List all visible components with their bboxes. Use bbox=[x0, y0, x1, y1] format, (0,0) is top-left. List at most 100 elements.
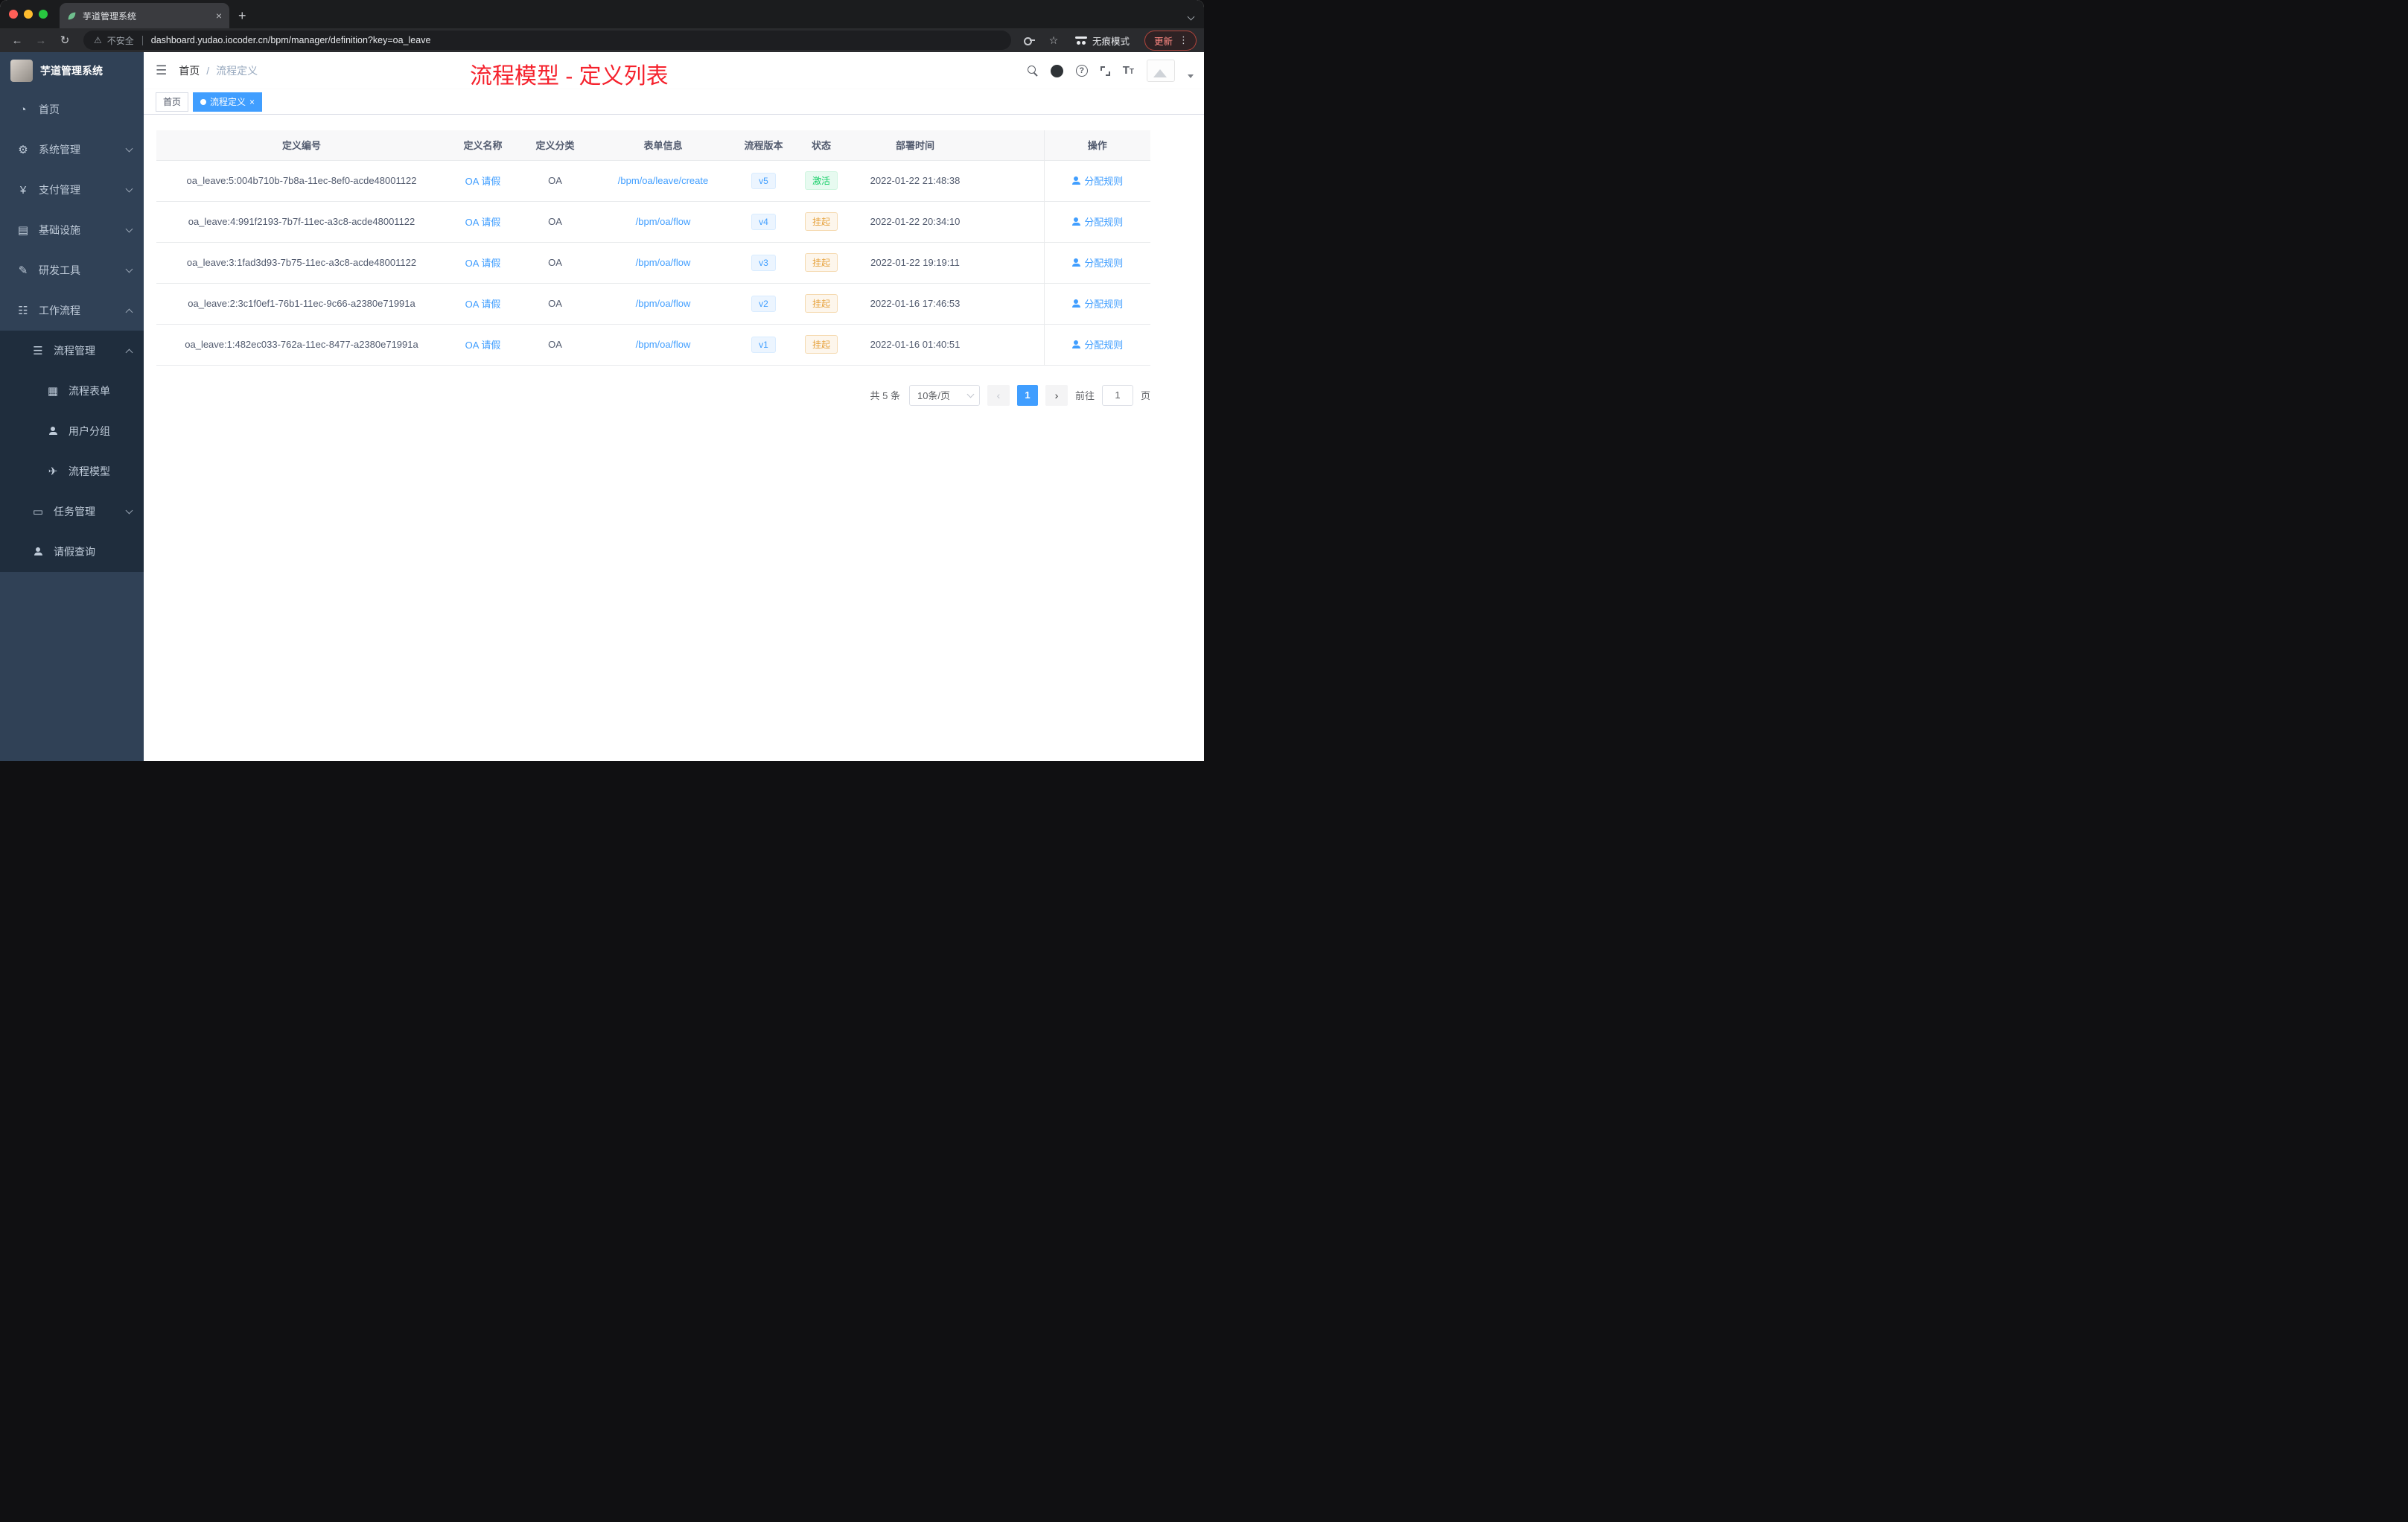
help-icon[interactable]: ? bbox=[1075, 65, 1088, 77]
url-text[interactable]: dashboard.yudao.iocoder.cn/bpm/manager/d… bbox=[151, 35, 431, 45]
person-icon bbox=[1071, 176, 1080, 185]
person-icon bbox=[1071, 299, 1080, 308]
tab-favicon-icon bbox=[68, 12, 76, 19]
new-tab-button[interactable]: + bbox=[229, 3, 255, 28]
hamburger-icon[interactable]: ☰ bbox=[156, 63, 167, 78]
prev-page-button[interactable]: ‹ bbox=[987, 384, 1010, 406]
send-icon: ✈ bbox=[48, 465, 58, 478]
browser-tab[interactable]: 芋道管理系统 × bbox=[60, 3, 229, 28]
form-link[interactable]: /bpm/oa/flow bbox=[636, 298, 691, 309]
spacer-cell bbox=[980, 283, 1044, 325]
address-bar[interactable]: ⚠ 不安全 dashboard.yudao.iocoder.cn/bpm/man… bbox=[83, 31, 1011, 50]
tags-view: 首页 流程定义 × bbox=[144, 89, 1204, 115]
tag-home[interactable]: 首页 bbox=[156, 92, 189, 112]
minimize-window-button[interactable] bbox=[24, 10, 33, 19]
tab-close-icon[interactable]: × bbox=[216, 10, 222, 22]
table-header-row: 定义编号 定义名称 定义分类 表单信息 流程版本 状态 部署时间 操作 bbox=[156, 130, 1150, 161]
sidebar-item-infrastructure[interactable]: ▤ 基础设施 bbox=[0, 210, 144, 250]
sidebar-item-home[interactable]: ◔ 首页 bbox=[0, 89, 144, 130]
chevron-down-icon bbox=[125, 265, 133, 273]
sidebar-item-workflow[interactable]: ☷ 工作流程 bbox=[0, 290, 144, 331]
security-warning-icon[interactable]: ⚠ bbox=[94, 35, 102, 45]
refresh-icon[interactable]: ↻ bbox=[55, 34, 74, 47]
github-icon[interactable] bbox=[1050, 64, 1063, 77]
sidebar-item-process-management[interactable]: ☰ 流程管理 bbox=[0, 331, 144, 371]
chevron-down-icon bbox=[125, 185, 133, 192]
assign-rule-link[interactable]: 分配规则 bbox=[1071, 255, 1123, 270]
sidebar-item-process-form[interactable]: ▦ 流程表单 bbox=[0, 371, 144, 411]
deploy-time: 2022-01-22 20:34:10 bbox=[850, 201, 980, 243]
search-icon[interactable] bbox=[1027, 66, 1038, 76]
definition-table: 定义编号 定义名称 定义分类 表单信息 流程版本 状态 部署时间 操作 oa_l… bbox=[156, 130, 1150, 366]
assign-rule-link[interactable]: 分配规则 bbox=[1071, 296, 1123, 311]
tab-title: 芋道管理系统 bbox=[83, 10, 137, 22]
form-link[interactable]: /bpm/oa/flow bbox=[636, 216, 691, 227]
security-label: 不安全 bbox=[106, 35, 134, 46]
version-tag: v4 bbox=[751, 213, 776, 230]
definition-name-link[interactable]: OA 请假 bbox=[465, 299, 501, 310]
breadcrumb-separator: / bbox=[206, 65, 210, 77]
update-chrome-button[interactable]: 更新 ⋮ bbox=[1144, 30, 1197, 51]
chevron-down-icon bbox=[125, 506, 133, 514]
spacer-cell bbox=[980, 324, 1044, 366]
user-avatar[interactable] bbox=[1147, 60, 1175, 82]
page-number-button[interactable]: 1 bbox=[1016, 384, 1038, 406]
tab-search-icon[interactable] bbox=[1187, 10, 1195, 23]
assign-rule-link[interactable]: 分配规则 bbox=[1071, 173, 1123, 188]
breadcrumb-home[interactable]: 首页 bbox=[179, 63, 200, 78]
sidebar-item-system[interactable]: ⚙ 系统管理 bbox=[0, 130, 144, 170]
form-link[interactable]: /bpm/oa/leave/create bbox=[618, 175, 708, 186]
assign-rule-link[interactable]: 分配规则 bbox=[1071, 337, 1123, 351]
browser-menu-icon[interactable]: ⋮ bbox=[1179, 34, 1188, 46]
definition-category: OA bbox=[519, 160, 591, 202]
definition-id: oa_leave:4:991f2193-7b7f-11ec-a3c8-acde4… bbox=[156, 201, 447, 243]
next-page-button[interactable]: › bbox=[1045, 384, 1068, 406]
page-size-select[interactable]: 10条/页 bbox=[908, 384, 980, 406]
sidebar-item-task-management[interactable]: ▭ 任务管理 bbox=[0, 491, 144, 532]
table-row: oa_leave:3:1fad3d93-7b75-11ec-a3c8-acde4… bbox=[156, 242, 1150, 284]
sidebar-item-devtools[interactable]: ✎ 研发工具 bbox=[0, 250, 144, 290]
goto-unit: 页 bbox=[1140, 390, 1150, 401]
tag-close-icon[interactable]: × bbox=[249, 97, 255, 107]
version-tag: v3 bbox=[751, 254, 776, 271]
form-link[interactable]: /bpm/oa/flow bbox=[636, 339, 691, 350]
fullscreen-icon[interactable] bbox=[1100, 66, 1110, 76]
sidebar-item-process-model[interactable]: ✈ 流程模型 bbox=[0, 451, 144, 491]
font-size-icon[interactable] bbox=[1123, 64, 1134, 77]
bookmark-star-icon[interactable]: ☆ bbox=[1044, 34, 1063, 47]
col-status: 状态 bbox=[792, 130, 850, 161]
tag-process-definition[interactable]: 流程定义 × bbox=[193, 92, 263, 112]
sidebar-item-payment[interactable]: ¥ 支付管理 bbox=[0, 170, 144, 210]
definition-category: OA bbox=[519, 242, 591, 284]
incognito-badge: 无痕模式 bbox=[1068, 34, 1137, 48]
password-key-icon[interactable] bbox=[1020, 36, 1039, 45]
version-tag: v1 bbox=[751, 336, 776, 353]
person-icon bbox=[31, 546, 45, 558]
gear-icon: ⚙ bbox=[18, 144, 28, 156]
sidebar-item-user-group[interactable]: 用户分组 bbox=[0, 411, 144, 451]
back-icon[interactable]: ← bbox=[7, 34, 27, 47]
deploy-time: 2022-01-16 17:46:53 bbox=[850, 283, 980, 325]
avatar-caret-icon[interactable] bbox=[1188, 74, 1194, 78]
zoom-window-button[interactable] bbox=[39, 10, 48, 19]
spacer-cell bbox=[980, 201, 1044, 243]
definition-name-link[interactable]: OA 请假 bbox=[465, 217, 501, 228]
table-row: oa_leave:5:004b710b-7b8a-11ec-8ef0-acde4… bbox=[156, 160, 1150, 202]
sidebar-item-leave-query[interactable]: 请假查询 bbox=[0, 532, 144, 572]
col-definition-category: 定义分类 bbox=[519, 130, 591, 161]
deploy-time: 2022-01-16 01:40:51 bbox=[850, 324, 980, 366]
task-icon: ▭ bbox=[32, 506, 44, 518]
definition-name-link[interactable]: OA 请假 bbox=[465, 176, 501, 187]
definition-name-link[interactable]: OA 请假 bbox=[465, 340, 501, 351]
definition-name-link[interactable]: OA 请假 bbox=[465, 258, 501, 269]
status-badge: 挂起 bbox=[804, 212, 838, 231]
forward-icon[interactable]: → bbox=[31, 34, 51, 47]
goto-page-input[interactable] bbox=[1101, 384, 1133, 406]
version-tag: v5 bbox=[751, 172, 776, 189]
form-link[interactable]: /bpm/oa/flow bbox=[636, 257, 691, 268]
col-action: 操作 bbox=[1043, 130, 1150, 161]
infrastructure-icon: ▤ bbox=[17, 224, 29, 237]
close-window-button[interactable] bbox=[9, 10, 18, 19]
assign-rule-link[interactable]: 分配规则 bbox=[1071, 214, 1123, 229]
brand: 芋道管理系统 bbox=[0, 52, 144, 89]
